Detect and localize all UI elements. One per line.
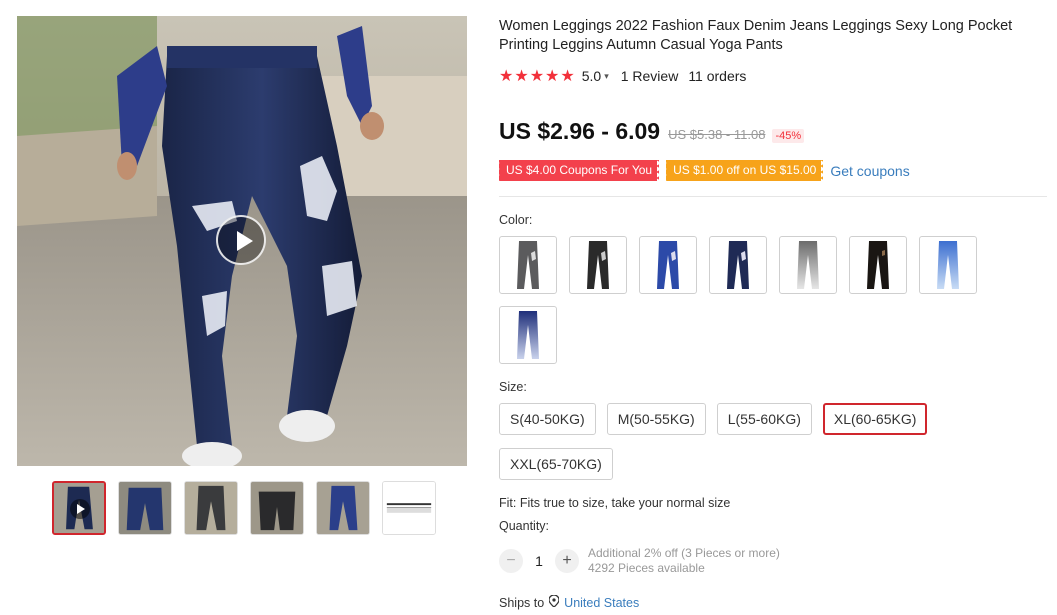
thumbnail-1[interactable] xyxy=(118,481,172,535)
play-video-button[interactable] xyxy=(216,215,266,265)
color-swatch-navy-fade[interactable] xyxy=(499,306,557,364)
thumbnail-4[interactable] xyxy=(316,481,370,535)
current-price: US $2.96 - 6.09 xyxy=(499,118,661,144)
quantity-value[interactable]: 1 xyxy=(523,553,555,569)
location-pin-icon xyxy=(548,594,560,610)
play-icon xyxy=(70,499,90,519)
ships-to-row: Ships to United States xyxy=(499,594,639,610)
quantity-label: Quantity: xyxy=(499,519,550,533)
chevron-down-icon[interactable]: ▾ xyxy=(604,71,609,82)
store-coupon-badge[interactable]: US $4.00 Coupons For You xyxy=(496,160,662,181)
thumbnail-video[interactable] xyxy=(52,481,106,535)
thumbnail-3[interactable] xyxy=(250,481,304,535)
fit-note: Fit: Fits true to size, take your normal… xyxy=(499,496,731,510)
ships-to-label: Ships to xyxy=(499,595,545,610)
size-option-xl[interactable]: XL(60-65KG) xyxy=(822,403,928,435)
thumbnail-strip xyxy=(52,481,436,535)
select-coupon-badge[interactable]: US $1.00 off on US $15.00 xyxy=(664,160,826,181)
color-swatch-grey-distressed[interactable] xyxy=(499,236,557,294)
main-product-image[interactable] xyxy=(17,16,467,466)
original-price: US $5.38 - 11.08 xyxy=(668,127,766,142)
bulk-discount-note: Additional 2% off (3 Pieces or more) xyxy=(588,546,780,560)
price-row: US $2.96 - 6.09 US $5.38 - 11.08 -45% xyxy=(499,118,805,145)
quantity-increase-button[interactable]: + xyxy=(555,549,579,573)
discount-badge: -45% xyxy=(772,129,805,143)
quantity-stepper: − 1 + Additional 2% off (3 Pieces or mor… xyxy=(499,546,780,576)
color-swatch-light-grey-fade[interactable] xyxy=(779,236,837,294)
divider xyxy=(499,196,1047,197)
color-swatch-black-distressed[interactable] xyxy=(569,236,627,294)
size-option-xxl[interactable]: XXL(65-70KG) xyxy=(499,448,613,480)
review-count-link[interactable]: 1 Review xyxy=(621,68,679,84)
order-count: 11 orders xyxy=(688,68,747,84)
color-label: Color: xyxy=(499,213,533,227)
get-coupons-link[interactable]: Get coupons xyxy=(830,163,909,179)
color-swatch-light-blue-fade[interactable] xyxy=(919,236,977,294)
color-swatch-black-solid[interactable] xyxy=(849,236,907,294)
color-swatch-blue-distressed[interactable] xyxy=(639,236,697,294)
product-title: Women Leggings 2022 Fashion Faux Denim J… xyxy=(499,18,1013,53)
size-option-s[interactable]: S(40-50KG) xyxy=(499,403,596,435)
rating-value[interactable]: 5.0 xyxy=(582,68,601,84)
ship-country-link[interactable]: United States xyxy=(564,596,639,610)
coupon-row: US $4.00 Coupons For You US $1.00 off on… xyxy=(496,160,910,181)
color-swatch-list xyxy=(499,236,999,364)
stock-available: 4292 Pieces available xyxy=(588,561,705,575)
thumbnail-size-chart[interactable] xyxy=(382,481,436,535)
quantity-info: Additional 2% off (3 Pieces or more) 429… xyxy=(588,546,780,576)
size-option-m[interactable]: M(50-55KG) xyxy=(606,403,706,435)
size-option-l[interactable]: L(55-60KG) xyxy=(716,403,812,435)
size-option-list: S(40-50KG) M(50-55KG) L(55-60KG) XL(60-6… xyxy=(499,403,999,480)
size-label: Size: xyxy=(499,380,527,394)
quantity-decrease-button[interactable]: − xyxy=(499,549,523,573)
color-swatch-navy-distressed[interactable] xyxy=(709,236,767,294)
thumbnail-2[interactable] xyxy=(184,481,238,535)
rating-row: ★★★★★ 5.0 ▾ 1 Review 11 orders xyxy=(499,66,746,86)
star-rating-icon: ★★★★★ xyxy=(499,68,576,85)
